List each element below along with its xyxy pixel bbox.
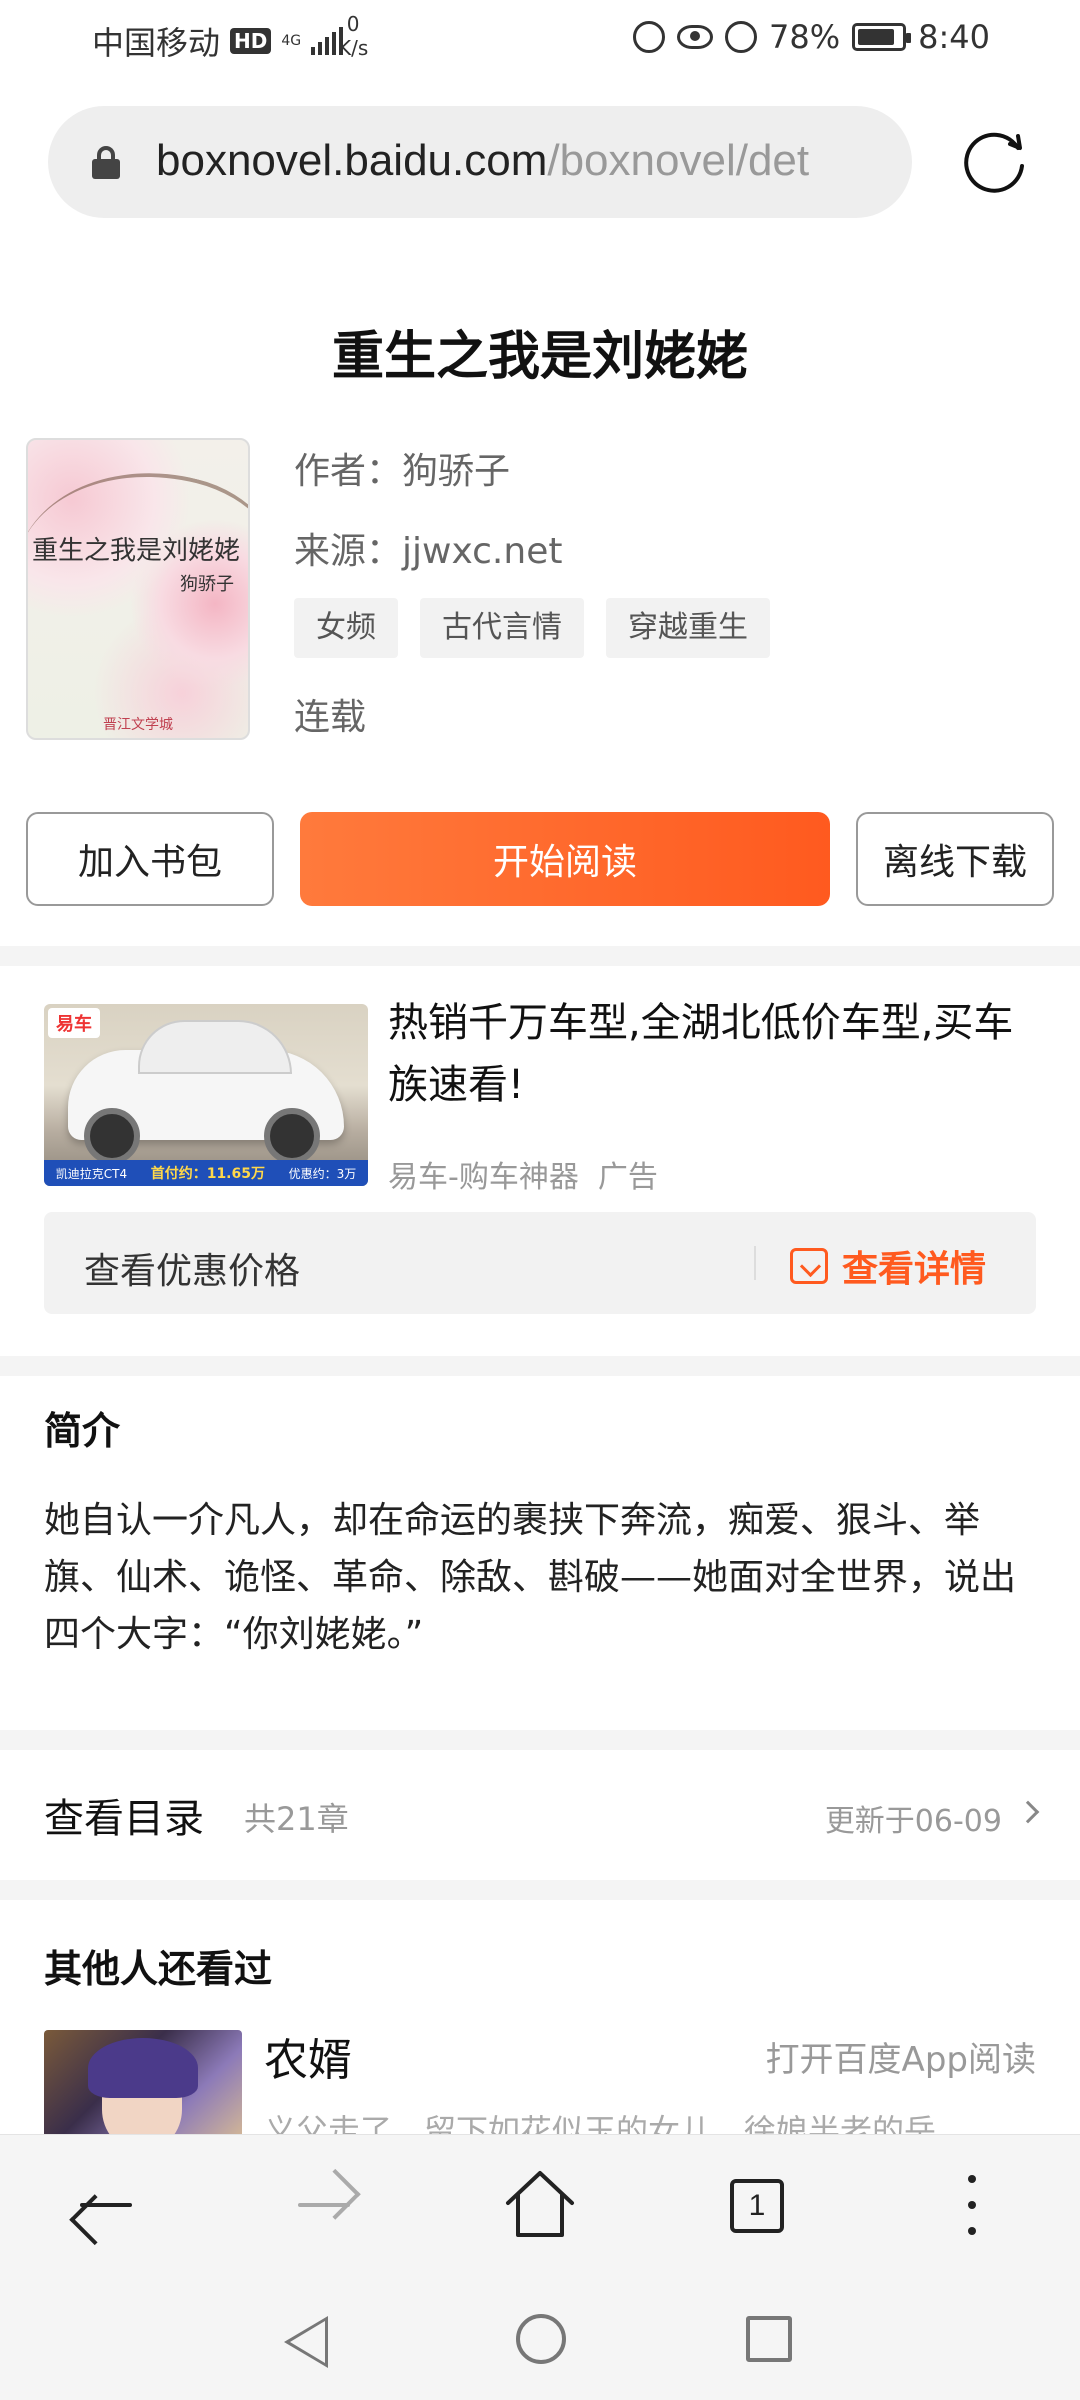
status-bar: 中国移动 HD 4G 0 K/s 78% 8:40: [0, 0, 1080, 80]
eye-comfort-icon: [677, 25, 714, 49]
address-bar[interactable]: boxnovel.baidu.com/boxnovel/det: [48, 106, 912, 218]
tab-count: 1: [730, 2179, 784, 2233]
hd-badge: HD: [230, 28, 272, 54]
ad-logo: 易车: [48, 1008, 100, 1038]
tag-list: 女频 古代言情 穿越重生: [294, 598, 770, 658]
source-value: jjwxc.net: [402, 531, 563, 572]
cover-author: 狗骄子: [180, 574, 234, 595]
tag-item[interactable]: 女频: [294, 598, 398, 658]
book-title: 重生之我是刘姥姥: [331, 327, 748, 387]
recommend-heading: 其他人还看过: [44, 1947, 273, 1991]
book-cover[interactable]: 重生之我是刘姥姥 狗骄子 晋江文学城: [26, 438, 250, 740]
ad-label: 广告: [597, 1160, 658, 1195]
cover-publisher: 晋江文学城: [103, 717, 173, 733]
status-right: 78% 8:40: [633, 18, 990, 56]
system-back-icon[interactable]: [284, 2316, 328, 2368]
carrier-name: 中国移动: [92, 24, 221, 62]
tabs-button[interactable]: 1: [716, 2165, 796, 2245]
refresh-icon[interactable]: [960, 126, 1032, 198]
url-text[interactable]: boxnovel.baidu.com/boxnovel/det: [156, 136, 886, 186]
chapter-count: 共21章: [244, 1800, 349, 1838]
network-type: 4G: [281, 33, 302, 49]
section-divider: [0, 1730, 1080, 1750]
tag-item[interactable]: 穿越重生: [606, 598, 770, 658]
recommend-title[interactable]: 农婿: [264, 2024, 352, 2088]
offline-download-button[interactable]: 离线下载: [856, 812, 1054, 906]
start-reading-button[interactable]: 开始阅读: [300, 812, 830, 906]
source-label: 来源：: [294, 531, 403, 572]
update-date: 更新于06-09: [824, 1804, 1002, 1839]
clock: 8:40: [918, 18, 990, 56]
cover-title: 重生之我是刘姥姥: [32, 536, 241, 566]
data-saver-icon: [633, 21, 666, 53]
status-left: 中国移动 HD 4G: [92, 18, 344, 64]
system-recents-icon[interactable]: [746, 2316, 792, 2362]
ad-source: 易车-购车神器 广告: [388, 1160, 658, 1195]
more-menu-icon[interactable]: [932, 2165, 1012, 2245]
section-divider: [0, 1356, 1080, 1376]
chevron-right-icon: [1016, 1800, 1040, 1824]
back-arrow-icon[interactable]: [66, 2165, 146, 2245]
toc-label[interactable]: 查看目录: [44, 1786, 204, 1844]
author-name: 狗骄子: [402, 451, 511, 492]
author-line: 作者：狗骄子: [294, 442, 510, 494]
section-divider: [0, 946, 1080, 966]
open-in-app-link[interactable]: 打开百度App阅读: [766, 2032, 1036, 2081]
recommend-cover[interactable]: [44, 2030, 242, 2140]
battery-icon: [852, 23, 912, 51]
serial-status: 连载: [294, 697, 367, 738]
ad-price-strip: 凯迪拉克CT4 首付约：11.65万 优惠约：3万: [44, 1160, 368, 1186]
section-divider: [0, 1880, 1080, 1900]
alarm-icon: [725, 21, 758, 53]
ad-headline[interactable]: 热销千万车型,全湖北低价车型,买车族速看!: [388, 992, 1038, 1116]
system-home-icon[interactable]: [516, 2314, 566, 2364]
ad-bar-label: 查看优惠价格: [84, 1251, 301, 1292]
download-icon: [790, 1248, 828, 1284]
view-details-button[interactable]: 查看详情: [790, 1240, 986, 1292]
net-speed: 0 K/s: [338, 12, 369, 60]
system-nav-bar: [0, 2278, 1080, 2400]
synopsis-heading: 简介: [44, 1409, 121, 1453]
battery-percent: 78%: [769, 18, 841, 56]
forward-arrow-icon[interactable]: [284, 2165, 364, 2245]
ad-image[interactable]: 易车 凯迪拉克CT4 首付约：11.65万 优惠约：3万: [44, 1004, 368, 1186]
browser-toolbar: 1: [0, 2134, 1080, 2278]
add-to-shelf-button[interactable]: 加入书包: [26, 812, 274, 906]
synopsis-text: 她自认一介凡人，却在命运的裹挟下奔流，痴爱、狠斗、举旗、仙术、诡怪、革命、除敌、…: [44, 1500, 1017, 1655]
tag-item[interactable]: 古代言情: [420, 598, 584, 658]
source-line: 来源：jjwxc.net: [294, 522, 562, 574]
lock-icon: [92, 146, 120, 179]
home-icon[interactable]: [500, 2165, 580, 2245]
ad-action-bar[interactable]: 查看优惠价格 查看详情: [44, 1212, 1036, 1314]
recommend-desc: 义父走了，留下如花似玉的女儿，徐娘半老的岳: [264, 2112, 937, 2136]
author-label: 作者：: [294, 451, 403, 492]
